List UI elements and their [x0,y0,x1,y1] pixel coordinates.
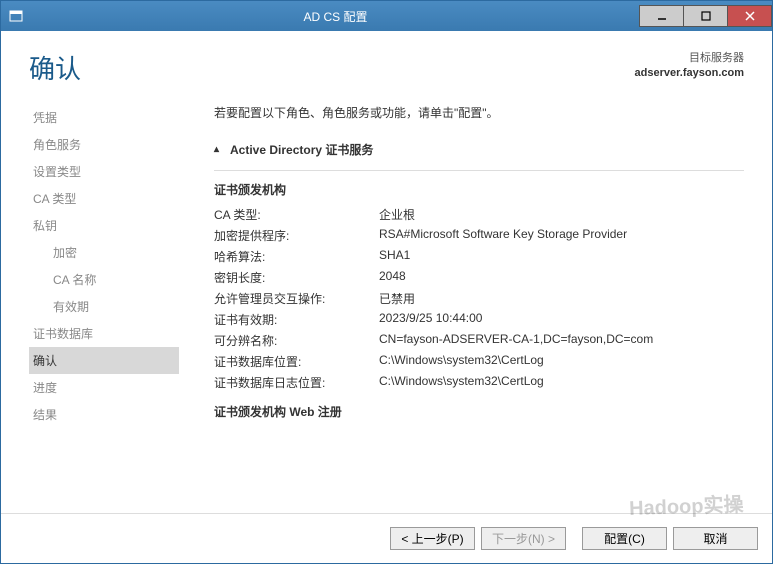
chevron-up-icon: ▴ [214,144,230,155]
configure-button[interactable]: 配置(C) [582,527,667,550]
kv-row-7: 证书数据库位置:C:\Windows\system32\CertLog [214,351,744,372]
sidebar-item-3[interactable]: CA 类型 [29,185,179,212]
kv-row-5: 证书有效期:2023/9/25 10:44:00 [214,309,744,330]
kv-key: 证书有效期: [214,311,379,328]
kv-row-3: 密钥长度:2048 [214,267,744,288]
sidebar-item-1[interactable]: 角色服务 [29,131,179,158]
content-area: 确认 目标服务器 adserver.fayson.com 凭据角色服务设置类型C… [1,31,772,563]
target-server-label: 目标服务器 [635,49,744,65]
sidebar-item-5[interactable]: 加密 [29,239,179,266]
kv-value: CN=fayson-ADSERVER-CA-1,DC=fayson,DC=com [379,332,653,349]
sidebar-item-8[interactable]: 证书数据库 [29,320,179,347]
titlebar: AD CS 配置 [1,1,772,31]
kv-key: 可分辨名称: [214,332,379,349]
kv-row-4: 允许管理员交互操作:已禁用 [214,288,744,309]
group-web-enroll: 证书颁发机构 Web 注册 [214,403,744,420]
divider [214,170,744,171]
kv-value: 2023/9/25 10:44:00 [379,311,482,328]
kv-value: 2048 [379,269,406,286]
minimize-button[interactable] [639,5,684,27]
target-server-block: 目标服务器 adserver.fayson.com [635,49,744,79]
window-controls [640,5,772,27]
kv-row-0: CA 类型:企业根 [214,204,744,225]
kv-key: 证书数据库位置: [214,353,379,370]
section-ad-cs[interactable]: ▴ Active Directory 证书服务 [214,135,744,164]
configure-hint: 若要配置以下角色、角色服务或功能，请单击"配置"。 [214,104,744,121]
kv-key: 哈希算法: [214,248,379,265]
sidebar-item-9[interactable]: 确认 [29,347,179,374]
wizard-window: AD CS 配置 确认 目标服务器 adserver.fayson.com 凭据… [0,0,773,564]
kv-value: RSA#Microsoft Software Key Storage Provi… [379,227,627,244]
sidebar-item-2[interactable]: 设置类型 [29,158,179,185]
header-area: 确认 目标服务器 adserver.fayson.com [1,31,772,94]
kv-value: 已禁用 [379,290,415,307]
kv-row-2: 哈希算法:SHA1 [214,246,744,267]
app-icon [1,9,31,23]
kv-key: 允许管理员交互操作: [214,290,379,307]
previous-button[interactable]: < 上一步(P) [390,527,475,550]
sidebar-item-4[interactable]: 私钥 [29,212,179,239]
kv-key: 证书数据库日志位置: [214,374,379,391]
group-ca: 证书颁发机构 [214,181,744,198]
kv-value: C:\Windows\system32\CertLog [379,374,544,391]
sidebar-item-7[interactable]: 有效期 [29,293,179,320]
kv-row-6: 可分辨名称:CN=fayson-ADSERVER-CA-1,DC=fayson,… [214,330,744,351]
page-title: 确认 [29,49,81,86]
kv-rows: CA 类型:企业根加密提供程序:RSA#Microsoft Software K… [214,204,744,393]
sidebar-item-11[interactable]: 结果 [29,401,179,428]
sidebar-item-6[interactable]: CA 名称 [29,266,179,293]
next-button: 下一步(N) > [481,527,566,550]
kv-key: 加密提供程序: [214,227,379,244]
kv-row-1: 加密提供程序:RSA#Microsoft Software Key Storag… [214,225,744,246]
section-title: Active Directory 证书服务 [230,141,373,158]
sidebar-item-10[interactable]: 进度 [29,374,179,401]
details-pane: 若要配置以下角色、角色服务或功能，请单击"配置"。 ▴ Active Direc… [179,104,744,513]
cancel-button[interactable]: 取消 [673,527,758,550]
kv-value: SHA1 [379,248,410,265]
sidebar-item-0[interactable]: 凭据 [29,104,179,131]
maximize-button[interactable] [683,5,728,27]
kv-value: 企业根 [379,206,415,223]
target-server-value: adserver.fayson.com [635,67,744,79]
kv-row-8: 证书数据库日志位置:C:\Windows\system32\CertLog [214,372,744,393]
wizard-sidebar: 凭据角色服务设置类型CA 类型私钥加密CA 名称有效期证书数据库确认进度结果 [29,104,179,513]
window-title: AD CS 配置 [31,8,640,25]
kv-value: C:\Windows\system32\CertLog [379,353,544,370]
footer: < 上一步(P) 下一步(N) > 配置(C) 取消 [1,513,772,563]
kv-key: CA 类型: [214,206,379,223]
main-area: 凭据角色服务设置类型CA 类型私钥加密CA 名称有效期证书数据库确认进度结果 若… [1,94,772,513]
close-button[interactable] [727,5,772,27]
kv-key: 密钥长度: [214,269,379,286]
